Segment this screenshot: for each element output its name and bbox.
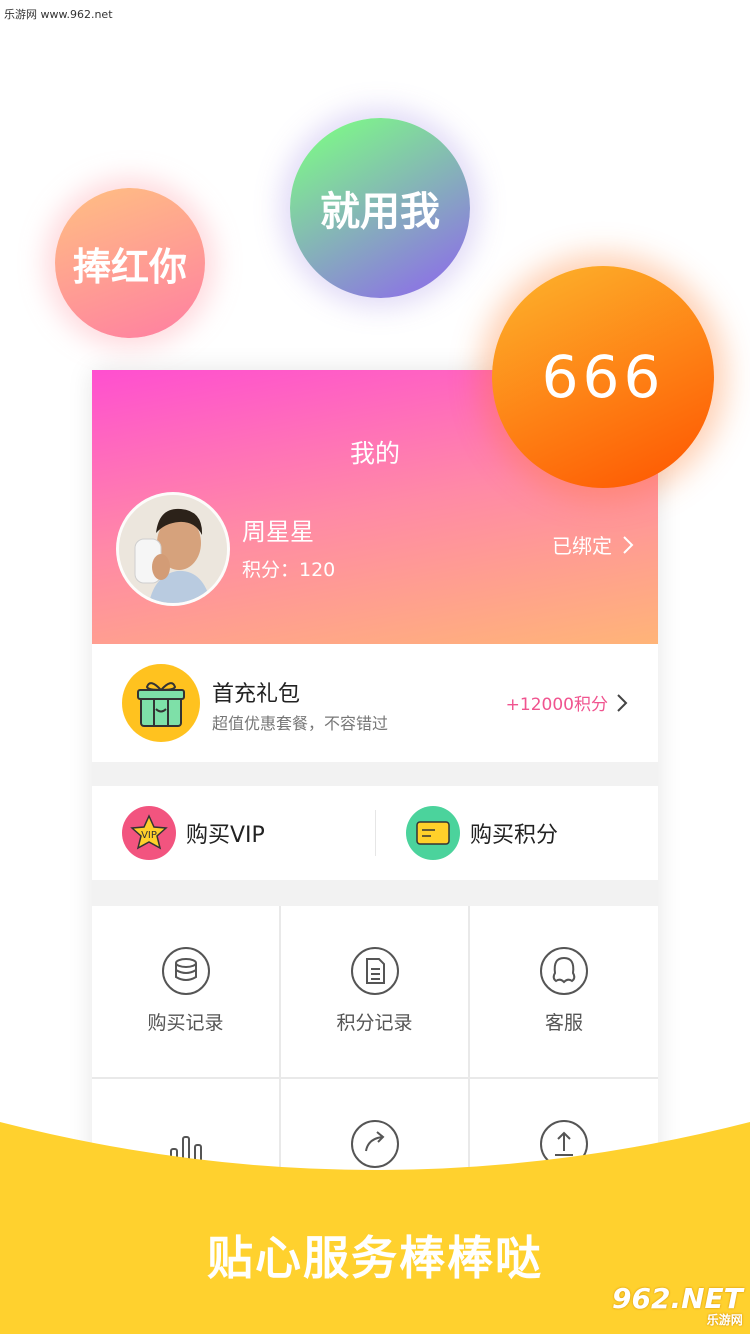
- site-logo: 962.NET 乐游网: [612, 1282, 743, 1328]
- support-icon: [540, 947, 588, 995]
- bind-status-link[interactable]: 已绑定: [552, 530, 634, 559]
- grid-label: 客服: [544, 1012, 583, 1034]
- vip-star-icon: VIP: [122, 806, 176, 860]
- watermark: 乐游网 www.962.net: [4, 8, 113, 21]
- purchase-row: VIP 购买VIP 购买积分: [92, 786, 658, 880]
- bind-status-label: 已绑定: [552, 534, 612, 558]
- document-icon: [350, 947, 399, 995]
- bubble-right: 666: [492, 266, 714, 488]
- grid-label: 购买记录: [147, 1012, 224, 1034]
- card-icon: [406, 806, 460, 860]
- gift-subtitle: 超值优惠套餐，不容错过: [212, 714, 389, 733]
- user-name: 周星星: [242, 518, 314, 546]
- user-points: 积分：120: [242, 559, 336, 581]
- bubble-left: 捧红你: [55, 188, 205, 338]
- bubble-middle: 就用我: [290, 118, 470, 298]
- vip-badge-text: VIP: [141, 830, 157, 841]
- divider: [375, 810, 376, 856]
- buy-vip-label: 购买VIP: [186, 823, 265, 848]
- grid-item-customer-service[interactable]: 客服: [470, 906, 658, 1077]
- gift-reward[interactable]: +12000积分: [506, 690, 628, 715]
- slogan: 贴心服务棒棒哒: [207, 1231, 543, 1285]
- buy-points-label: 购买积分: [470, 823, 559, 848]
- buy-vip-button[interactable]: VIP 购买VIP: [122, 806, 265, 860]
- grid-item-purchase-records[interactable]: 购买记录: [92, 906, 279, 1077]
- chevron-right-icon: [617, 693, 628, 712]
- avatar-photo-icon: [119, 495, 227, 603]
- gift-icon: [122, 664, 200, 742]
- gift-reward-label: +12000积分: [505, 695, 608, 715]
- chevron-right-icon: [623, 535, 634, 554]
- avatar[interactable]: [116, 492, 230, 606]
- gift-title: 首充礼包: [212, 682, 301, 707]
- first-charge-gift-row[interactable]: 首充礼包 超值优惠套餐，不容错过 +12000积分: [92, 644, 658, 762]
- buy-points-button[interactable]: 购买积分: [406, 806, 558, 860]
- grid-label: 积分记录: [336, 1012, 413, 1034]
- grid-item-points-records[interactable]: 积分记录: [281, 906, 468, 1077]
- coins-icon: [161, 947, 210, 995]
